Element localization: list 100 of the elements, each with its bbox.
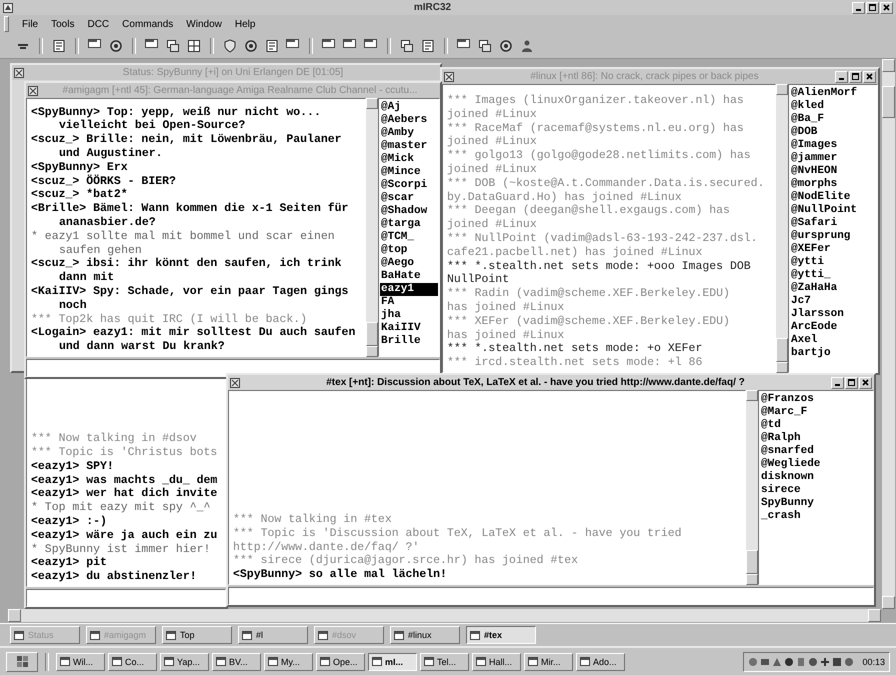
nick-item[interactable]: @NvHEON	[790, 165, 876, 178]
maximize-button[interactable]	[845, 376, 858, 388]
taskbar-button[interactable]: mI...	[368, 652, 417, 670]
list-icon[interactable]	[421, 38, 435, 52]
nick-item[interactable]: @Ba_F	[790, 113, 876, 126]
tray-icon[interactable]	[844, 656, 854, 666]
switchbar-button[interactable]: #tex	[466, 626, 536, 644]
nick-item[interactable]: bartjo	[790, 347, 876, 360]
taskbar-button[interactable]: Ado...	[576, 652, 625, 670]
close-button[interactable]	[859, 376, 872, 388]
nick-item[interactable]: @Ralph	[760, 432, 872, 445]
nick-item[interactable]: Jc7	[790, 295, 876, 308]
taskbar-button[interactable]: BV...	[212, 652, 261, 670]
switchbar-button[interactable]: #l	[238, 626, 308, 644]
taskbar-button[interactable]: My...	[264, 652, 313, 670]
tray-icon[interactable]	[772, 656, 782, 666]
nick-item[interactable]: @morphs	[790, 178, 876, 191]
nick-item[interactable]: Jlarsson	[790, 308, 876, 321]
system-menu-icon[interactable]	[444, 72, 454, 82]
close-button[interactable]	[863, 70, 876, 82]
stack-icon[interactable]	[478, 38, 492, 52]
tray-icon[interactable]	[832, 656, 842, 666]
nick-item[interactable]: @top	[380, 244, 438, 257]
taskbar-button[interactable]: Wil...	[56, 652, 105, 670]
menu-item[interactable]: Help	[234, 18, 256, 30]
tray-icon[interactable]	[784, 656, 794, 666]
shield-icon[interactable]	[223, 38, 237, 52]
nick-item[interactable]: @scar	[380, 192, 438, 205]
scrollbar[interactable]	[776, 84, 788, 373]
list-icon[interactable]	[265, 38, 279, 52]
nick-item[interactable]: Brille	[380, 335, 438, 348]
scrollbar[interactable]	[882, 59, 895, 609]
nick-item[interactable]: @Scorpi	[380, 179, 438, 192]
list-icon[interactable]	[52, 38, 66, 52]
grid-icon[interactable]	[187, 38, 201, 52]
nick-item[interactable]: @XEFer	[790, 243, 876, 256]
menu-item[interactable]: Commands	[122, 18, 174, 30]
nick-item[interactable]: @TCM_	[380, 231, 438, 244]
menu-item[interactable]: File	[22, 18, 38, 30]
scrollbar[interactable]	[746, 390, 758, 585]
nick-item[interactable]: disknown	[760, 471, 872, 484]
nick-item[interactable]: jha	[380, 309, 438, 322]
maximize-button[interactable]	[849, 70, 862, 82]
nick-item[interactable]: @Marc_F	[760, 406, 872, 419]
nick-item[interactable]: @DOB	[790, 126, 876, 139]
nick-item[interactable]: @Shadow	[380, 205, 438, 218]
nick-item[interactable]: @NodElite	[790, 191, 876, 204]
taskbar-button[interactable]: Hall...	[472, 652, 521, 670]
nick-item[interactable]: @snarfed	[760, 445, 872, 458]
nick-item[interactable]: Axel	[790, 334, 876, 347]
nick-item[interactable]: @master	[380, 140, 438, 153]
input-field[interactable]	[228, 587, 874, 605]
minimize-button[interactable]	[835, 70, 848, 82]
tray-icon[interactable]	[808, 656, 818, 666]
menu-item[interactable]: Window	[186, 18, 222, 30]
taskbar-button[interactable]: Ope...	[316, 652, 365, 670]
taskbar-button[interactable]: Tel...	[420, 652, 469, 670]
nick-item[interactable]: @Safari	[790, 217, 876, 230]
menu-item[interactable]: Tools	[51, 18, 74, 30]
nick-item[interactable]: @ZaHaHa	[790, 282, 876, 295]
person-icon[interactable]	[520, 38, 534, 52]
nick-item[interactable]: KaiIIV	[380, 322, 438, 335]
scrollbar[interactable]	[366, 98, 378, 357]
nick-item[interactable]: @td	[760, 419, 872, 432]
nick-item[interactable]: @kled	[790, 100, 876, 113]
stack-icon[interactable]	[400, 38, 414, 52]
nick-item[interactable]: @Amby	[380, 127, 438, 140]
switchbar-button[interactable]: Top	[162, 626, 232, 644]
nick-item[interactable]: SpyBunny	[760, 497, 872, 510]
nick-item[interactable]: BaHate	[380, 270, 438, 283]
nick-item[interactable]: @ursprung	[790, 230, 876, 243]
nick-item[interactable]: FA	[380, 296, 438, 309]
nick-item[interactable]: @Mince	[380, 166, 438, 179]
stack-icon[interactable]	[166, 38, 180, 52]
system-menu-icon[interactable]	[28, 86, 38, 96]
nick-item[interactable]: @Aebers	[380, 114, 438, 127]
nick-item[interactable]: @NullPoint	[790, 204, 876, 217]
menu-item[interactable]: DCC	[87, 18, 110, 30]
minimize-button[interactable]	[831, 376, 844, 388]
nick-item[interactable]: @targa	[380, 218, 438, 231]
nick-item[interactable]: @Mick	[380, 153, 438, 166]
maximize-button[interactable]	[866, 2, 879, 14]
start-button[interactable]	[6, 652, 38, 672]
tray-icon[interactable]	[760, 656, 770, 666]
nick-item[interactable]: _crash	[760, 510, 872, 523]
nick-item[interactable]: @ytti_	[790, 269, 876, 282]
nick-item[interactable]: @AlienMorf	[790, 87, 876, 100]
tray-icon[interactable]	[820, 656, 830, 666]
system-menu-icon[interactable]	[230, 378, 240, 388]
nick-item[interactable]: ArcEode	[790, 321, 876, 334]
nick-item[interactable]: sirece	[760, 484, 872, 497]
close-button[interactable]	[880, 2, 893, 14]
nick-item[interactable]: @Wegliede	[760, 458, 872, 471]
minimize-button[interactable]	[852, 2, 865, 14]
nick-item[interactable]: @ytti	[790, 256, 876, 269]
nick-item[interactable]: @jammer	[790, 152, 876, 165]
nick-item[interactable]: @Aego	[380, 257, 438, 270]
taskbar-button[interactable]: Co...	[108, 652, 157, 670]
nick-item[interactable]: @Aj	[380, 101, 438, 114]
taskbar-button[interactable]: Mir...	[524, 652, 573, 670]
